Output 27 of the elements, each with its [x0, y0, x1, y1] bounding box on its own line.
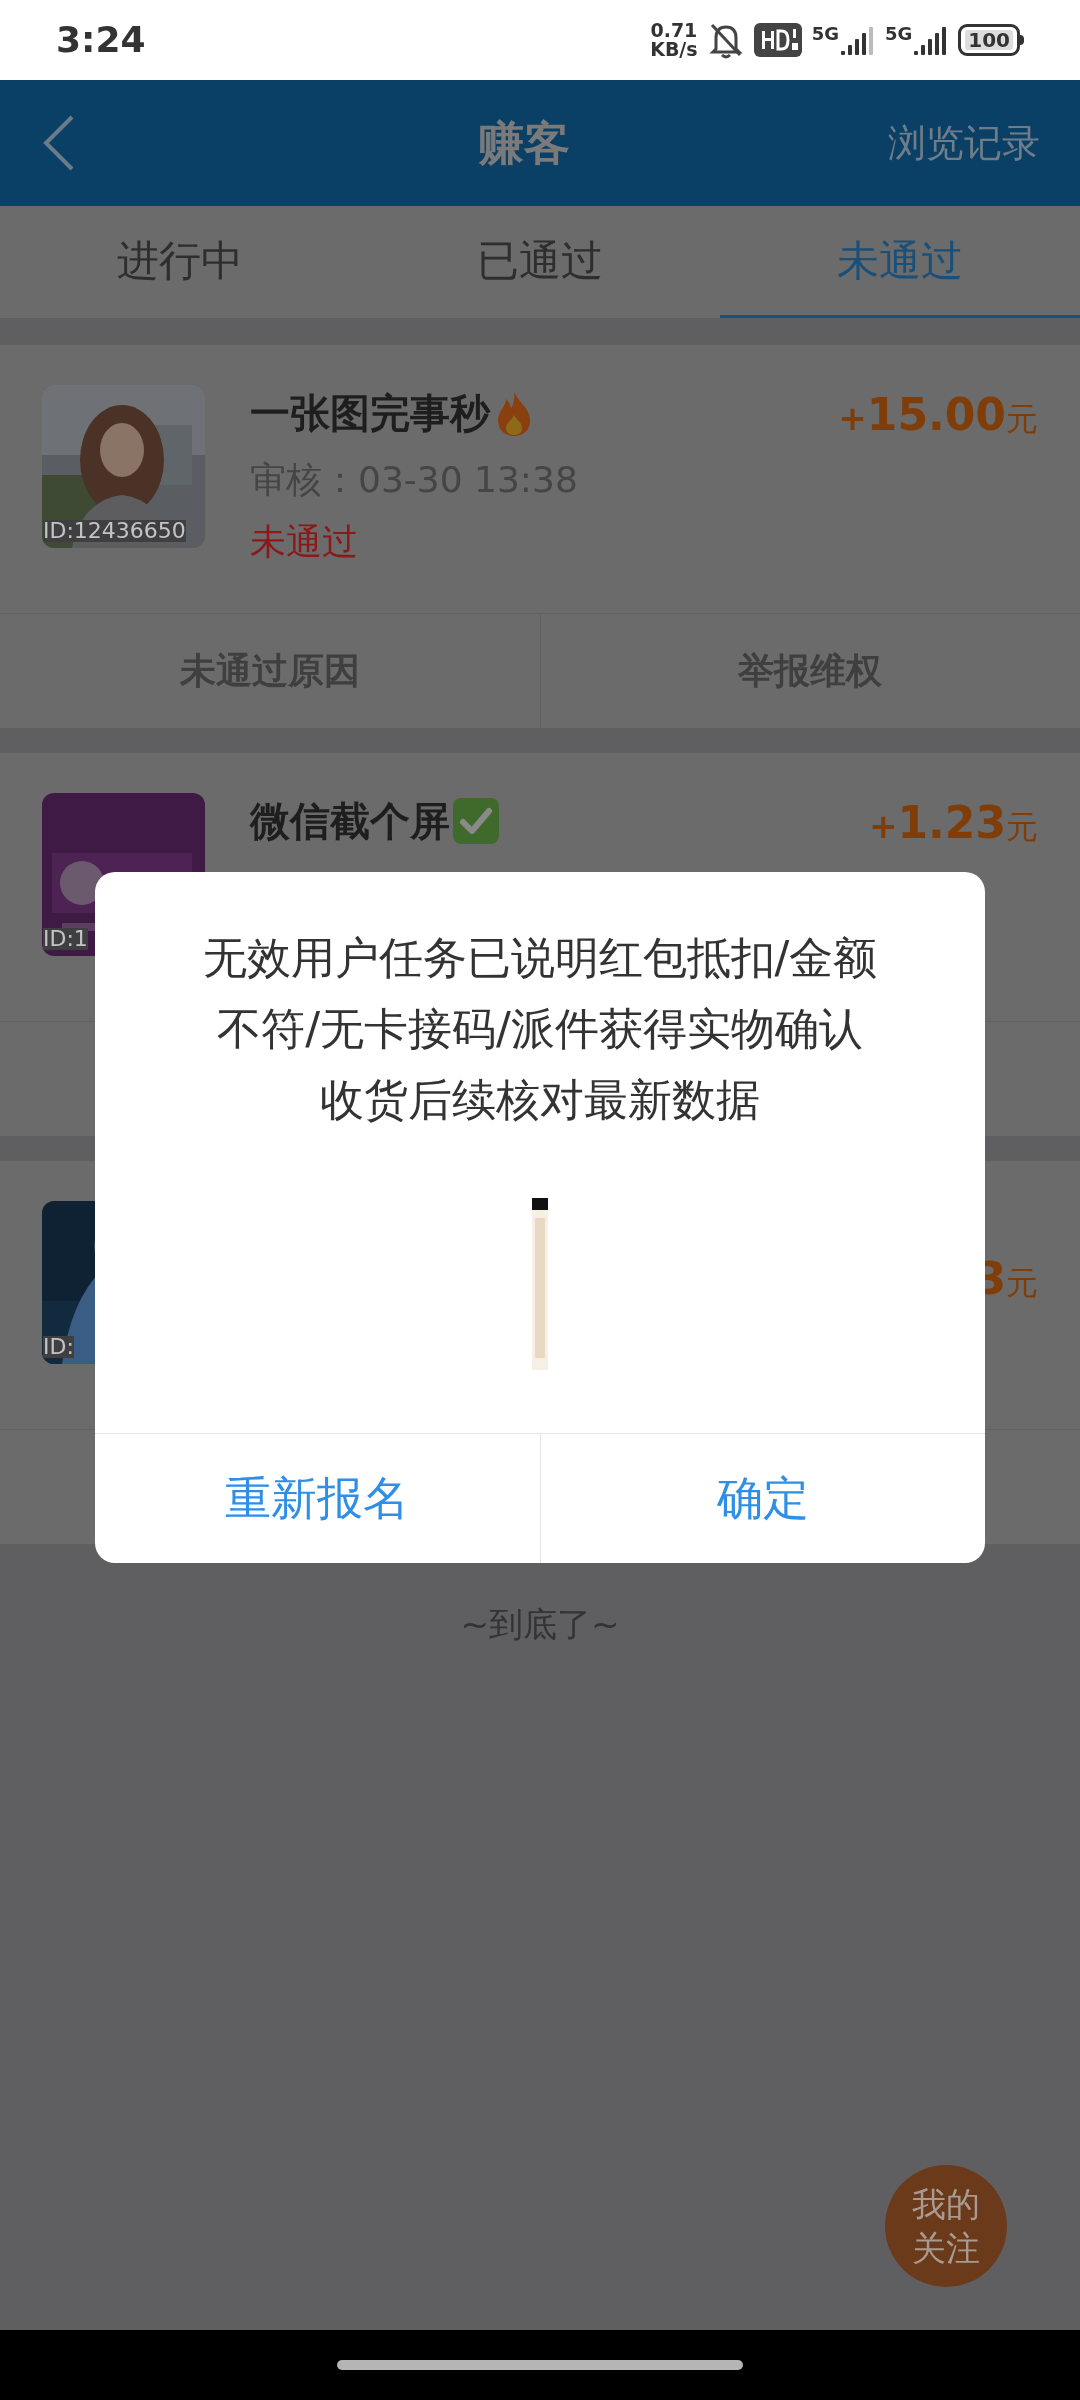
signal-icon	[840, 25, 875, 55]
dialog-message: 无效用户任务已说明红包抵扣/金额不符/无卡接码/派件获得实物确认收货后续核对最新数据	[201, 931, 879, 1127]
network-speed: 0.71 KB/s	[650, 21, 698, 59]
task-id: ID:	[43, 1336, 74, 1358]
reward-amount: +15.00元	[838, 393, 1038, 437]
status-time: 3:24	[56, 18, 146, 62]
check-icon	[452, 797, 500, 845]
network-type: 5G	[811, 25, 839, 43]
hd-icon	[753, 23, 802, 57]
task-id: ID:12436650	[43, 520, 186, 542]
task-title[interactable]: 微信截个屏	[250, 791, 450, 851]
dialog-button[interactable]: 确定	[540, 1434, 985, 1563]
status-text: 未通过	[250, 520, 359, 564]
status-tab[interactable]: 进行中	[0, 206, 360, 318]
status-tab[interactable]: 未通过	[720, 206, 1080, 318]
bell-off-icon	[707, 21, 744, 59]
reward-amount: +1.23元	[868, 801, 1038, 845]
my-follows-button[interactable]: 我的关注	[885, 2165, 1007, 2287]
page-title: 赚客	[478, 114, 570, 172]
signal-icon	[914, 25, 949, 55]
status-tab[interactable]: 已通过	[360, 206, 720, 318]
battery-indicator: 100	[958, 24, 1024, 56]
dialog-button[interactable]: 重新报名	[95, 1434, 541, 1563]
network-type: 5G	[884, 25, 913, 43]
task-title[interactable]: 一张图完事秒	[250, 383, 490, 443]
task-id: ID:1	[43, 928, 88, 950]
history-link[interactable]: 浏览记录	[888, 114, 1040, 172]
